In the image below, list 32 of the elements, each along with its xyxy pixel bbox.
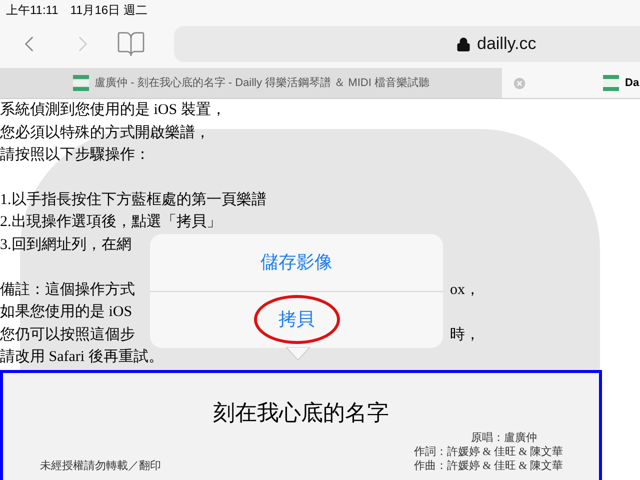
instruction-text: 請按照以下步驟操作： (0, 146, 150, 166)
instruction-text: 系統偵測到您使用的是 iOS 裝置， (0, 100, 226, 120)
copyright-notice: 未經授權請勿轉載／翻印 (40, 458, 161, 474)
instruction-text: 時， (450, 326, 480, 345)
instruction-text: ox， (450, 280, 480, 300)
menu-item[interactable]: 拷貝 (254, 295, 340, 344)
tab-title: 盧廣仲 - 刻在我心底的名字 - Dailly 得樂活鋼琴譜 ＆ MIDI 檔音樂試聽 (94, 76, 430, 91)
credit-text: 原唱：盧廣仲 (471, 430, 537, 445)
instruction-text: 請改用 Safari 後再重試。 (0, 348, 164, 368)
address-bar[interactable]: dailly.cc (174, 26, 640, 62)
instruction-text: 您必須以特殊的方式開啟樂譜， (0, 123, 210, 143)
instruction-text: 備註：這個操作方式 (0, 280, 135, 300)
menu-item[interactable]: 儲存影像 (236, 238, 358, 287)
instruction-text: 您仍可以按照這個步 (0, 326, 135, 345)
lock-icon (456, 36, 471, 52)
close-tab-icon[interactable] (512, 76, 527, 90)
browser-tab[interactable]: Da (502, 68, 640, 98)
instruction-text: 1.以手指長按住下方藍框處的第一頁樂譜 (0, 190, 266, 210)
site-logo-icon (603, 75, 619, 91)
credit-text: 作詞：許媛婷 & 佳旺 & 陳文華 (414, 444, 563, 459)
status-time: 上午11:11 (6, 2, 58, 19)
instruction-text: 2.出現操作選項後，點選「拷貝」 (0, 212, 222, 232)
status-date: 11月16日 週二 (70, 2, 148, 19)
instruction-text: 3.回到網址列，在網 (0, 236, 132, 255)
sheet-title: 刻在我心底的名字 (212, 400, 390, 424)
tab-title: Da (625, 76, 640, 91)
bookmarks-icon[interactable] (116, 29, 146, 59)
sheet-music-frame[interactable]: 刻在我心底的名字 未經授權請勿轉載／翻印 原唱：盧廣仲 作詞：許媛婷 & 佳旺 & 陳文華 作曲：許媛婷 & 佳旺 & 陳文華 (0, 370, 602, 480)
instruction-text: 如果您使用的是 iOS (0, 302, 132, 322)
browser-tab[interactable]: 盧廣仲 - 刻在我心底的名字 - Dailly 得樂活鋼琴譜 ＆ MIDI 檔音樂試聽 (0, 68, 502, 98)
credit-text: 作曲：許媛婷 & 佳旺 & 陳文華 (414, 458, 563, 473)
site-logo-icon (72, 75, 89, 91)
